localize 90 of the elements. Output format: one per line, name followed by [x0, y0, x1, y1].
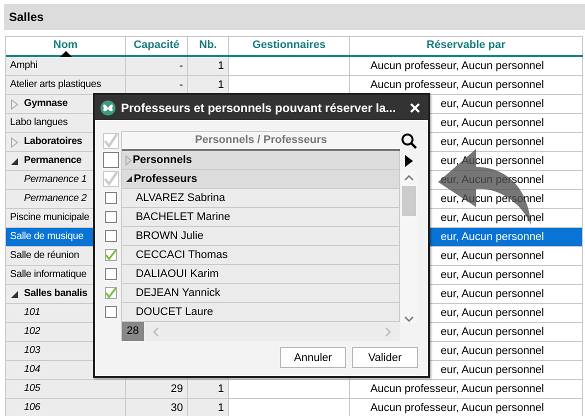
reservable-text: eur, Aucun personnel: [440, 97, 544, 112]
scrollbar-thumb[interactable]: [402, 186, 416, 216]
panel-title: Salles: [4, 4, 585, 30]
capacity-value: -: [179, 78, 183, 93]
column-header[interactable]: Nb.: [188, 37, 229, 55]
person-name: BROWN Julie: [134, 230, 204, 242]
room-name: Permanence 1: [24, 173, 87, 187]
room-name: 104: [24, 363, 40, 377]
room-name: Salle de musique: [10, 230, 84, 244]
reservable-text: eur, Aucun personnel: [440, 192, 544, 207]
room-name: Salle de réunion: [10, 249, 80, 263]
count-value: 1: [218, 59, 224, 74]
person-name: DEJEAN Yannick: [134, 287, 220, 299]
capacity-value: 29: [170, 382, 183, 397]
reservable-text: eur, Aucun personnel: [440, 211, 544, 226]
reservable-text: Aucun professeur, Aucun personnel: [370, 401, 544, 416]
room-name: 106: [24, 401, 40, 415]
expanded-icon[interactable]: [10, 156, 19, 166]
group-name: Gymnase: [24, 97, 68, 111]
collapsed-icon[interactable]: [10, 98, 19, 110]
reservable-text: eur, Aucun personnel: [440, 230, 544, 245]
room-name: Piscine municipale: [10, 211, 90, 225]
reservable-text: eur, Aucun personnel: [440, 287, 544, 302]
reservable-text: Aucun professeur, Aucun personnel: [370, 78, 544, 93]
group-name: Laboratoires: [24, 135, 82, 149]
room-name: Salle informatique: [10, 268, 86, 282]
capacity-value: 30: [170, 401, 183, 416]
checkbox[interactable]: [105, 286, 118, 298]
room-name: Amphi: [10, 59, 38, 73]
checkbox[interactable]: [105, 248, 118, 260]
play-icon[interactable]: [405, 153, 414, 169]
reservable-text: eur, Aucun personnel: [440, 249, 544, 264]
count-value: 1: [218, 382, 224, 397]
reservable-text: eur, Aucun personnel: [440, 325, 544, 340]
confirm-button[interactable]: Valider: [352, 347, 418, 368]
reservable-text: eur, Aucun personnel: [440, 116, 544, 131]
reservable-text: eur, Aucun personnel: [440, 344, 544, 359]
person-name: BACHELET Marine: [134, 211, 230, 223]
cancel-button[interactable]: Annuler: [280, 347, 346, 368]
group-checkbox[interactable]: [103, 170, 120, 186]
group-name: Personnels: [132, 154, 192, 166]
room-name: 101: [24, 306, 40, 320]
group-name: Professeurs: [134, 173, 198, 185]
checkbox[interactable]: [105, 192, 118, 204]
butterfly-icon: [100, 100, 116, 116]
checkbox[interactable]: [105, 268, 118, 280]
reservable-text: Aucun professeur, Aucun personnel: [370, 59, 544, 74]
checkbox[interactable]: [105, 306, 118, 318]
reservable-text: eur, Aucun personnel: [440, 135, 544, 150]
dialog-title: Professeurs et personnels pouvant réserver la...: [121, 100, 397, 114]
select-all-checkbox[interactable]: [103, 132, 120, 148]
collapsed-icon[interactable]: [10, 136, 19, 148]
column-header[interactable]: Réservable par: [350, 37, 583, 55]
count-badge: 28: [122, 322, 144, 341]
room-name: 105: [24, 382, 40, 396]
scroll-up-icon[interactable]: [404, 174, 414, 182]
room-name: Labo langues: [10, 116, 68, 130]
close-icon[interactable]: [410, 102, 420, 112]
column-header[interactable]: Personnels / Professeurs: [122, 131, 400, 151]
group-name: Salles banalis: [24, 287, 88, 301]
table-row[interactable]: 106 30 1 Aucun professeur, Aucun personnel: [6, 399, 583, 416]
reservable-text: eur, Aucun personnel: [440, 306, 544, 321]
group-name: Permanence: [24, 154, 82, 168]
person-name: DALIAOUI Karim: [134, 268, 219, 280]
reservable-text: eur, Aucun personnel: [440, 363, 544, 378]
room-name: Atelier arts plastiques: [10, 78, 102, 92]
checkbox[interactable]: [105, 230, 118, 242]
table-row[interactable]: Amphi - 1 Aucun professeur, Aucun personnel: [6, 57, 583, 76]
person-name: DOUCET Laure: [134, 306, 214, 318]
count-value: 1: [218, 401, 224, 416]
person-name: ALVAREZ Sabrina: [134, 192, 226, 204]
column-header[interactable]: Nom: [6, 37, 126, 55]
room-name: Permanence 2: [24, 192, 87, 206]
group-checkbox[interactable]: [103, 152, 120, 168]
expanded-icon[interactable]: [124, 175, 133, 183]
room-name: 103: [24, 344, 40, 358]
count-value: 1: [218, 78, 224, 93]
column-header[interactable]: Capacité: [126, 37, 188, 55]
capacity-value: -: [179, 59, 183, 74]
checkbox[interactable]: [105, 210, 118, 222]
column-header[interactable]: Gestionnaires: [229, 37, 350, 55]
room-name: 102: [24, 325, 40, 339]
scroll-down-icon[interactable]: [404, 315, 414, 323]
reservable-text: eur, Aucun personnel: [440, 154, 544, 169]
reservable-text: eur, Aucun personnel: [440, 268, 544, 283]
person-name: CECCACI Thomas: [134, 249, 228, 261]
search-icon[interactable]: [401, 133, 418, 149]
table-row[interactable]: 105 29 1 Aucun professeur, Aucun personnel: [6, 380, 583, 399]
reservable-text: Aucun professeur, Aucun personnel: [370, 382, 544, 397]
expanded-icon[interactable]: [10, 290, 19, 298]
